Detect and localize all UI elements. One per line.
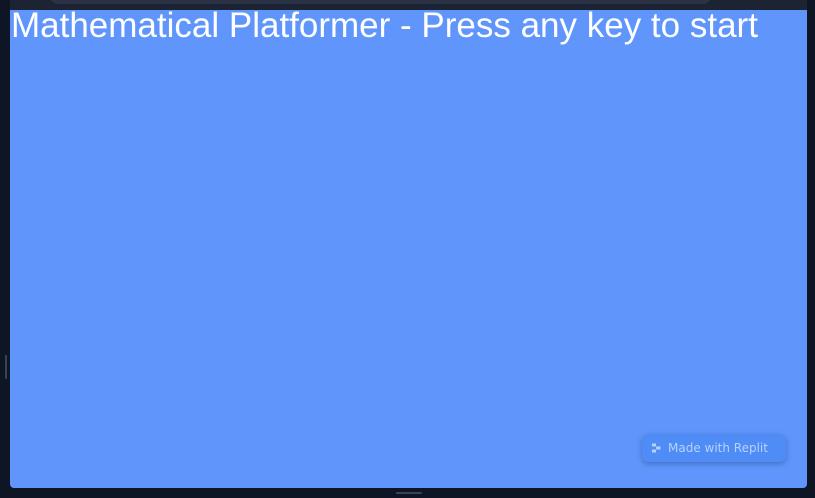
top-toolbar-strip <box>10 0 807 10</box>
made-with-replit-label: Made with Replit <box>668 441 768 455</box>
left-resize-handle[interactable] <box>5 355 7 379</box>
replit-logo-icon <box>651 443 662 454</box>
bottom-resize-handle[interactable] <box>396 492 422 494</box>
game-title-text: Mathematical Platformer - Press any key … <box>11 10 758 45</box>
top-toolbar-edge <box>50 0 711 4</box>
preview-frame: Mathematical Platformer - Press any key … <box>0 0 815 498</box>
game-canvas[interactable]: Mathematical Platformer - Press any key … <box>10 10 807 488</box>
made-with-replit-badge[interactable]: Made with Replit <box>642 434 786 462</box>
